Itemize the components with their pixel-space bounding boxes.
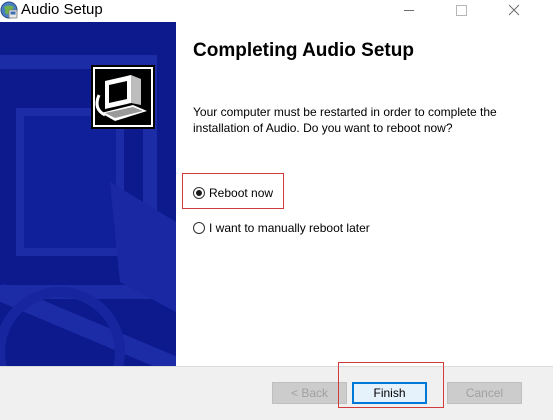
minimize-icon[interactable] (388, 0, 428, 22)
manual-reboot-label[interactable]: I want to manually reboot later (209, 221, 370, 236)
back-button[interactable]: < Back (272, 382, 347, 404)
description-text: Your computer must be restarted in order… (193, 105, 497, 135)
installer-computer-icon (91, 65, 155, 129)
window-title: Audio Setup (21, 1, 103, 18)
maximize-icon[interactable] (442, 0, 482, 22)
radio-button-checked[interactable] (193, 187, 205, 199)
radio-button-unchecked[interactable] (193, 222, 205, 234)
page-title: Completing Audio Setup (193, 40, 414, 61)
reboot-now-label[interactable]: Reboot now (209, 186, 273, 201)
title-bar: Audio Setup (0, 0, 553, 22)
side-banner (0, 22, 176, 366)
setup-globe-icon (0, 1, 18, 19)
cancel-button[interactable]: Cancel (447, 382, 522, 404)
finish-button[interactable]: Finish (352, 382, 427, 404)
close-icon[interactable] (496, 0, 536, 22)
